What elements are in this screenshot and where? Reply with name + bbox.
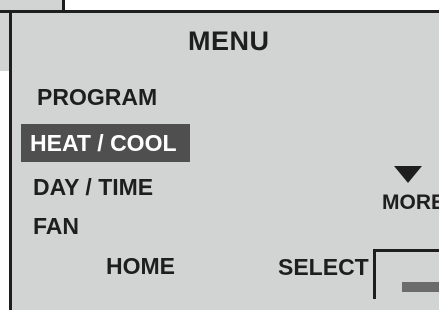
more-button-label[interactable]: MORE <box>382 191 439 215</box>
menu-title: MENU <box>188 26 270 56</box>
menu-item-program[interactable]: PROGRAM <box>37 84 157 111</box>
menu-item-day-time[interactable]: DAY / TIME <box>33 174 153 201</box>
select-soft-key-label[interactable]: SELECT <box>278 254 369 281</box>
menu-item-heat-cool[interactable]: HEAT / COOL <box>21 124 190 162</box>
down-triangle-icon[interactable] <box>394 166 422 183</box>
menu-item-fan[interactable]: FAN <box>33 213 79 240</box>
home-soft-key-label[interactable]: HOME <box>106 253 175 280</box>
hardware-button-cap[interactable] <box>402 282 439 292</box>
bezel-left-edge <box>0 13 9 71</box>
